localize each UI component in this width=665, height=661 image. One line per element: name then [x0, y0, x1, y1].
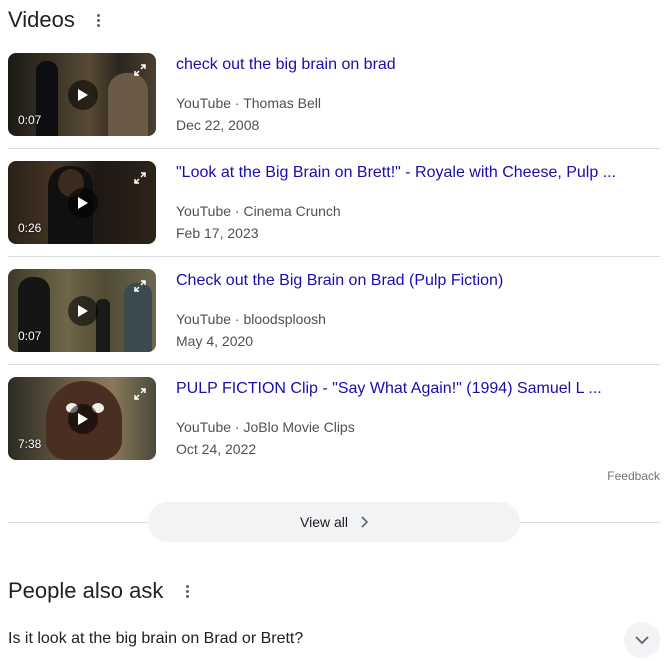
feedback-link[interactable]: Feedback [607, 469, 660, 483]
view-all-button[interactable]: View all [148, 502, 520, 542]
video-source: YouTube · Thomas Bell [176, 95, 322, 111]
video-duration: 0:07 [18, 329, 42, 343]
divider [8, 148, 660, 149]
video-duration: 0:26 [18, 221, 42, 235]
video-title-link[interactable]: PULP FICTION Clip - "Say What Again!" (1… [176, 379, 602, 399]
video-duration: 0:07 [18, 113, 42, 127]
play-icon [68, 188, 98, 218]
paa-question[interactable]: Is it look at the big brain on Brad or B… [8, 628, 303, 650]
videos-section-title: Videos [8, 7, 75, 32]
video-source: YouTube · Cinema Crunch [176, 203, 341, 219]
divider [8, 364, 660, 365]
expand-icon [134, 63, 146, 81]
video-result: 7:38 PULP FICTION Clip - "Say What Again… [8, 377, 660, 485]
video-date: Oct 24, 2022 [176, 441, 257, 457]
video-title-link[interactable]: check out the big brain on brad [176, 55, 396, 75]
people-also-ask-title: People also ask [8, 578, 164, 603]
expand-icon [134, 387, 146, 405]
video-date: May 4, 2020 [176, 333, 254, 349]
more-options-icon[interactable] [91, 6, 107, 34]
chevron-right-icon [360, 516, 368, 528]
video-date: Dec 22, 2008 [176, 117, 260, 133]
video-date: Feb 17, 2023 [176, 225, 259, 241]
video-result: 0:26 "Look at the Big Brain on Brett!" -… [8, 161, 660, 269]
video-thumbnail[interactable]: 0:07 [8, 53, 156, 136]
play-icon [68, 296, 98, 326]
video-thumbnail[interactable]: 0:26 [8, 161, 156, 244]
video-result: 0:07 check out the big brain on brad You… [8, 53, 660, 161]
play-icon [68, 404, 98, 434]
video-source: YouTube · bloodsploosh [176, 311, 326, 327]
expand-icon [134, 171, 146, 189]
expand-icon [134, 279, 146, 297]
chevron-down-icon[interactable] [624, 622, 660, 658]
more-options-icon[interactable] [179, 577, 195, 605]
video-result: 0:07 Check out the Big Brain on Brad (Pu… [8, 269, 660, 377]
play-icon [68, 80, 98, 110]
view-all-label: View all [300, 514, 348, 530]
video-title-link[interactable]: "Look at the Big Brain on Brett!" - Roya… [176, 163, 616, 183]
divider [8, 256, 660, 257]
videos-header: Videos [8, 6, 107, 34]
video-thumbnail[interactable]: 7:38 [8, 377, 156, 460]
video-title-link[interactable]: Check out the Big Brain on Brad (Pulp Fi… [176, 271, 503, 291]
video-duration: 7:38 [18, 437, 42, 451]
video-source: YouTube · JoBlo Movie Clips [176, 419, 355, 435]
people-also-ask-header: People also ask [8, 577, 195, 605]
video-thumbnail[interactable]: 0:07 [8, 269, 156, 352]
